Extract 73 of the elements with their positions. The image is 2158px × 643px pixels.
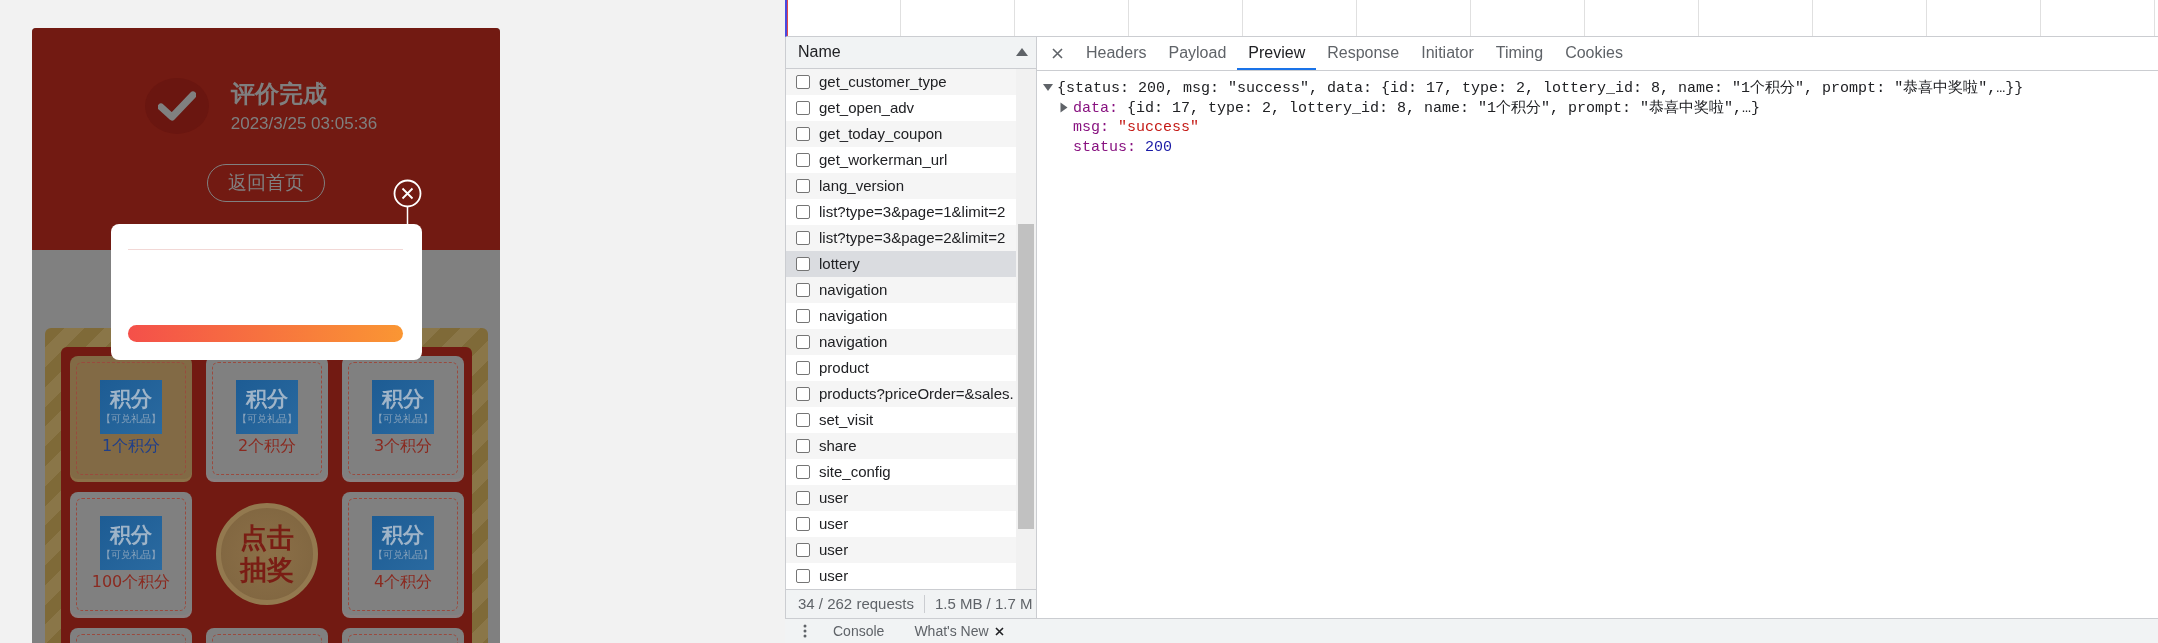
close-icon[interactable] xyxy=(393,179,422,224)
expand-triangle-icon[interactable] xyxy=(1043,83,1053,91)
prize-label: 1个积分 xyxy=(101,436,161,457)
prize-label: 3个积分 xyxy=(373,436,433,457)
request-row[interactable]: products?priceOrder=&sales. xyxy=(786,380,1016,407)
json-summary: {status: 200, msg: "success", data: {id: 17, type: 2, lottery_id: 8, name: "1个积分", prompt: "恭喜中奖啦",…}} xyxy=(1057,78,2024,97)
request-row[interactable]: navigation xyxy=(786,328,1016,355)
request-count: 34 / 262 requests xyxy=(798,595,914,613)
timestamp: 2023/3/25 03:05:36 xyxy=(230,114,378,134)
square-icon xyxy=(796,360,810,375)
badge-subtitle: 【可兑礼品】 xyxy=(101,547,161,562)
drawer-tab[interactable]: Console xyxy=(829,623,889,639)
expand-triangle-icon[interactable] xyxy=(1060,102,1068,112)
column-header[interactable]: Name xyxy=(786,37,1036,69)
column-title: Name xyxy=(798,43,841,62)
request-row[interactable]: lottery xyxy=(786,250,1016,277)
badge-subtitle: 【可兑礼品】 xyxy=(237,411,297,426)
square-icon xyxy=(796,74,810,89)
badge-title: 积分 xyxy=(382,524,424,548)
request-row[interactable]: lang_version xyxy=(786,172,1016,199)
request-row[interactable]: get_customer_type xyxy=(786,68,1016,95)
prize-label: 4个积分 xyxy=(373,572,433,593)
request-row[interactable]: share xyxy=(786,432,1016,459)
request-row[interactable]: user xyxy=(786,536,1016,563)
json-property: data: {id: 17, type: 2, lottery_id: 8, name: "1个积分", prompt: "恭喜中奖啦",…} xyxy=(1073,98,1761,117)
square-icon xyxy=(796,282,810,297)
panel-tab[interactable]: Timing xyxy=(1484,37,1555,70)
request-row[interactable]: navigation xyxy=(786,276,1016,303)
square-icon xyxy=(796,490,810,505)
square-icon xyxy=(796,100,810,115)
panel-tab[interactable]: Preview xyxy=(1237,37,1317,70)
more-icon[interactable] xyxy=(803,624,807,638)
square-icon xyxy=(796,126,810,141)
badge-title: 积分 xyxy=(110,524,152,548)
badge-title: 积分 xyxy=(110,388,152,412)
json-property: msg: "success" xyxy=(1073,118,1200,136)
badge-title: 积分 xyxy=(382,388,424,412)
badge-title: 积分 xyxy=(246,388,288,412)
transfer-size: 1.5 MB / 1.7 M xyxy=(934,595,1033,613)
request-row[interactable]: list?type=3&page=2&limit=2 xyxy=(786,224,1016,251)
request-row[interactable]: get_today_coupon xyxy=(786,120,1016,147)
square-icon xyxy=(796,438,810,453)
square-icon xyxy=(796,152,810,167)
panel-tab[interactable]: Headers xyxy=(1075,37,1158,70)
sort-arrow-icon xyxy=(1016,48,1028,57)
square-icon xyxy=(796,542,810,557)
prize-label: 100个积分 xyxy=(91,572,171,593)
square-icon xyxy=(796,204,810,219)
panel-tab[interactable]: Payload xyxy=(1157,37,1238,70)
badge-subtitle: 【可兑礼品】 xyxy=(101,411,161,426)
badge-subtitle: 【可兑礼品】 xyxy=(373,547,433,562)
close-icon[interactable] xyxy=(1051,48,1063,59)
prize-label: 2个积分 xyxy=(237,436,297,457)
square-icon xyxy=(796,256,810,271)
square-icon xyxy=(796,230,810,245)
square-icon xyxy=(796,334,810,349)
panel-tab[interactable]: Initiator xyxy=(1410,37,1485,70)
square-icon xyxy=(796,516,810,531)
drawer-tab[interactable]: What's New xyxy=(910,623,1008,639)
status-title: 评价完成 xyxy=(230,79,328,110)
square-icon xyxy=(796,178,810,193)
json-property: status: 200 xyxy=(1073,138,1173,156)
request-row[interactable]: user xyxy=(786,484,1016,511)
square-icon xyxy=(796,568,810,583)
panel-tab[interactable]: Cookies xyxy=(1554,37,1634,70)
square-icon xyxy=(796,464,810,479)
square-icon xyxy=(796,386,810,401)
close-icon[interactable] xyxy=(994,626,1004,636)
square-icon xyxy=(796,308,810,323)
square-icon xyxy=(796,412,810,427)
badge-subtitle: 【可兑礼品】 xyxy=(373,411,433,426)
scrollbar-thumb[interactable] xyxy=(1018,223,1034,529)
panel-tab[interactable]: Response xyxy=(1316,37,1411,70)
